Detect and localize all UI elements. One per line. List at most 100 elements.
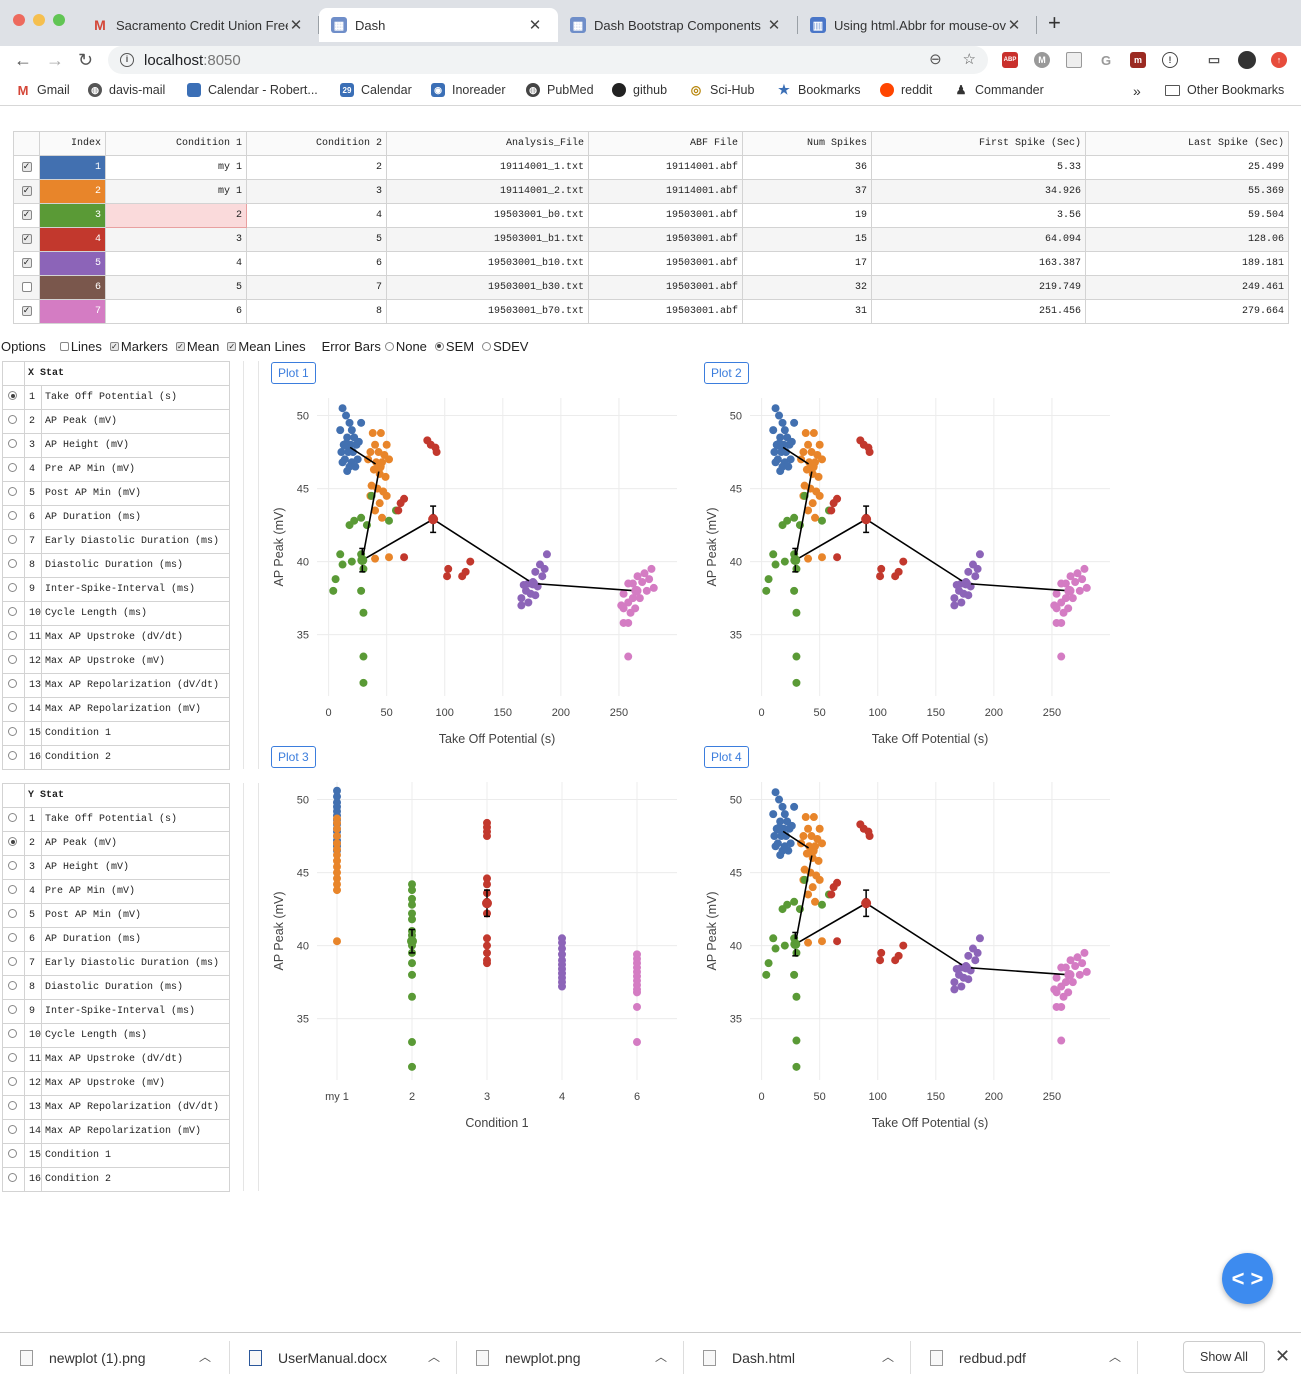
- stat-option-row[interactable]: 2 AP Peak (mV): [2, 831, 231, 856]
- stat-option-row[interactable]: 2 AP Peak (mV): [2, 409, 231, 434]
- table-row[interactable]: ✓ 2 my 1 3 19114001_2.txt 19114001.abf 37 34.92…: [13, 179, 1289, 204]
- stat-radio[interactable]: [8, 1029, 17, 1038]
- stat-radio[interactable]: [8, 933, 17, 942]
- condition-1-cell[interactable]: my 1: [105, 155, 247, 180]
- stat-radio[interactable]: [8, 885, 17, 894]
- table-row[interactable]: ✓ 5 4 6 19503001_b10.txt 19503001.abf 17 163.38…: [13, 251, 1289, 276]
- table-row[interactable]: ✓ 1 my 1 2 19114001_1.txt 19114001.abf 36 5.33 2…: [13, 155, 1289, 180]
- stat-radio[interactable]: [8, 607, 17, 616]
- error-none-radio[interactable]: None: [384, 339, 427, 354]
- adblock-icon[interactable]: ABP: [1002, 52, 1018, 68]
- table-row[interactable]: ✓ 4 3 5 19503001_b1.txt 19503001.abf 15 64.094 1…: [13, 227, 1289, 252]
- analysis-file-cell[interactable]: 19503001_b10.txt: [386, 251, 589, 276]
- index-cell[interactable]: 6: [39, 275, 106, 300]
- stat-radio[interactable]: [8, 1005, 17, 1014]
- abf-file-cell[interactable]: 19503001.abf: [588, 203, 743, 228]
- stat-option-row[interactable]: 9 Inter-Spike-Interval (ms): [2, 577, 231, 602]
- stat-radio[interactable]: [8, 1053, 17, 1062]
- index-cell[interactable]: 4: [39, 227, 106, 252]
- stat-radio[interactable]: [8, 909, 17, 918]
- stat-radio[interactable]: [8, 1077, 17, 1086]
- bookmark-star-icon[interactable]: ☆: [963, 51, 976, 68]
- last-spike-cell[interactable]: 249.461: [1085, 275, 1289, 300]
- condition-2-cell[interactable]: 2: [246, 155, 387, 180]
- stat-option-row[interactable]: 10 Cycle Length (ms): [2, 1023, 231, 1048]
- last-spike-cell[interactable]: 25.499: [1085, 155, 1289, 180]
- stat-option-row[interactable]: 8 Diastolic Duration (ms): [2, 553, 231, 578]
- mean-lines-checkbox[interactable]: ✓ Mean Lines: [227, 339, 306, 354]
- bookmark-sci-hub[interactable]: ◎ Sci-Hub: [689, 83, 754, 97]
- index-cell[interactable]: 7: [39, 299, 106, 324]
- reload-icon[interactable]: ↻: [78, 50, 93, 71]
- download-item[interactable]: newplot (1).png ︿: [0, 1333, 227, 1382]
- condition-2-cell[interactable]: 6: [246, 251, 387, 276]
- address-bar[interactable]: i localhost:8050 ⊖ ☆: [108, 46, 988, 74]
- column-header[interactable]: ABF File: [588, 131, 743, 156]
- chevron-up-icon[interactable]: ︿: [428, 1348, 440, 1365]
- analysis-file-cell[interactable]: 19114001_2.txt: [386, 179, 589, 204]
- stat-option-row[interactable]: 1 Take Off Potential (s): [2, 385, 231, 410]
- checkbox[interactable]: [59, 341, 69, 351]
- analysis-file-cell[interactable]: 19503001_b1.txt: [386, 227, 589, 252]
- stat-option-row[interactable]: 14 Max AP Repolarization (mV): [2, 697, 231, 722]
- condition-1-cell[interactable]: 5: [105, 275, 247, 300]
- bookmark-bookmarks[interactable]: ★ Bookmarks: [777, 82, 861, 97]
- stat-radio[interactable]: [8, 837, 17, 846]
- num-spikes-cell[interactable]: 37: [742, 179, 872, 204]
- column-header[interactable]: First Spike (Sec): [871, 131, 1086, 156]
- stat-option-row[interactable]: 5 Post AP Min (mV): [2, 903, 231, 928]
- stat-option-row[interactable]: 14 Max AP Repolarization (mV): [2, 1119, 231, 1144]
- num-spikes-cell[interactable]: 36: [742, 155, 872, 180]
- stat-radio[interactable]: [8, 559, 17, 568]
- maximize-window-button[interactable]: [53, 14, 65, 26]
- table-row[interactable]: 6 5 7 19503001_b30.txt 19503001.abf 32 219.749…: [13, 275, 1289, 300]
- stat-option-row[interactable]: 6 AP Duration (ms): [2, 927, 231, 952]
- analysis-file-cell[interactable]: 19114001_1.txt: [386, 155, 589, 180]
- abf-file-cell[interactable]: 19503001.abf: [588, 227, 743, 252]
- condition-1-cell[interactable]: 2: [105, 203, 247, 228]
- bookmark-pubmed[interactable]: ◍ PubMed: [526, 83, 594, 97]
- browser-tab[interactable]: M Sacramento Credit Union Free ✕: [80, 8, 318, 42]
- analysis-file-cell[interactable]: 19503001_b30.txt: [386, 275, 589, 300]
- browser-tab[interactable]: ▥ Using html.Abbr for mouse-ove ✕: [798, 8, 1036, 42]
- plot-2-chart[interactable]: 35 40 45 50 0 50 100 150 200 250 Take Off Potentia…: [695, 386, 1115, 748]
- plot-3-button[interactable]: Plot 3: [271, 746, 316, 768]
- stat-radio[interactable]: [8, 861, 17, 870]
- num-spikes-cell[interactable]: 19: [742, 203, 872, 228]
- column-header[interactable]: Num Spikes: [742, 131, 872, 156]
- first-spike-cell[interactable]: 64.094: [871, 227, 1086, 252]
- stat-option-row[interactable]: 12 Max AP Upstroke (mV): [2, 649, 231, 674]
- last-spike-cell[interactable]: 55.369: [1085, 179, 1289, 204]
- num-spikes-cell[interactable]: 31: [742, 299, 872, 324]
- chevron-up-icon[interactable]: ︿: [199, 1348, 211, 1365]
- column-header[interactable]: Analysis_File: [386, 131, 589, 156]
- checkbox[interactable]: ✓: [175, 341, 185, 351]
- stat-option-row[interactable]: 11 Max AP Upstroke (dV/dt): [2, 625, 231, 650]
- stat-option-row[interactable]: 5 Post AP Min (mV): [2, 481, 231, 506]
- stat-option-row[interactable]: 12 Max AP Upstroke (mV): [2, 1071, 231, 1096]
- close-window-button[interactable]: [13, 14, 25, 26]
- num-spikes-cell[interactable]: 15: [742, 227, 872, 252]
- index-cell[interactable]: 3: [39, 203, 106, 228]
- stat-option-row[interactable]: 9 Inter-Spike-Interval (ms): [2, 999, 231, 1024]
- stat-radio[interactable]: [8, 535, 17, 544]
- column-header[interactable]: Last Spike (Sec): [1085, 131, 1289, 156]
- checkbox[interactable]: ✓: [227, 341, 237, 351]
- first-spike-cell[interactable]: 251.456: [871, 299, 1086, 324]
- document-icon[interactable]: [1066, 52, 1082, 68]
- stat-option-row[interactable]: 13 Max AP Repolarization (dV/dt): [2, 673, 231, 698]
- condition-2-cell[interactable]: 8: [246, 299, 387, 324]
- bookmark-gmail[interactable]: M Gmail: [16, 83, 70, 98]
- error-sem-radio[interactable]: SEM: [434, 339, 474, 354]
- stat-option-row[interactable]: 16 Condition 2: [2, 1167, 231, 1192]
- first-spike-cell[interactable]: 163.387: [871, 251, 1086, 276]
- browser-tab-active[interactable]: ▦ Dash ✕: [319, 8, 558, 42]
- index-cell[interactable]: 5: [39, 251, 106, 276]
- stat-option-row[interactable]: 16 Condition 2: [2, 745, 231, 770]
- avatar[interactable]: [1238, 51, 1256, 69]
- stat-option-row[interactable]: 1 Take Off Potential (s): [2, 807, 231, 832]
- stat-option-row[interactable]: 15 Condition 1: [2, 1143, 231, 1168]
- table-row[interactable]: ✓ 3 2 4 19503001_b0.txt 19503001.abf 19 3.56 59.…: [13, 203, 1289, 228]
- index-cell[interactable]: 2: [39, 179, 106, 204]
- stat-radio[interactable]: [8, 703, 17, 712]
